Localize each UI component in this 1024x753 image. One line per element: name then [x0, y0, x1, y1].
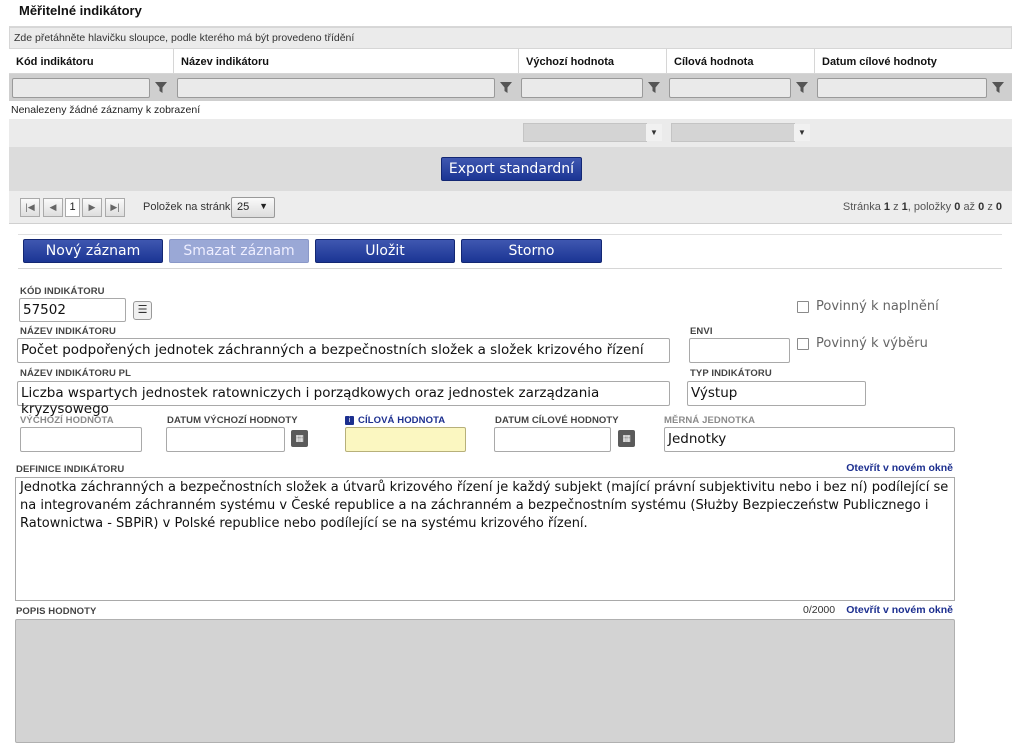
cancel-button[interactable]: Storno — [461, 239, 602, 263]
envi-field[interactable] — [689, 338, 790, 363]
kod-field[interactable]: 57502 — [19, 298, 126, 322]
list-icon[interactable]: ☰ — [133, 301, 152, 320]
current-page[interactable]: 1 — [65, 198, 80, 217]
povinny-vyberu-label: Povinný k výběru — [816, 336, 928, 351]
calendar-icon[interactable]: ▦ — [618, 430, 635, 447]
column-header-cilova[interactable]: Cílová hodnota — [667, 49, 815, 74]
merna-label: Měrná jednotka — [664, 415, 756, 426]
nazev-pl-label: Název indikátoru PL — [20, 368, 131, 379]
datum-vychozi-label: Datum výchozí hodnoty — [167, 415, 298, 426]
definice-open-link[interactable]: Otevřít v novém okně — [846, 462, 953, 474]
popis-label: Popis hodnoty — [16, 606, 97, 617]
empty-message: Nenalezeny žádné záznamy k zobrazení — [11, 104, 201, 116]
first-page-icon[interactable]: |◀ — [20, 198, 40, 217]
next-page-icon[interactable]: ▶ — [82, 198, 102, 217]
section-title: Měřitelné indikátory — [19, 3, 142, 18]
cilova-label: Cílová hodnota — [358, 415, 446, 426]
datum-vychozi-field[interactable] — [166, 427, 285, 452]
popis-open-link[interactable]: Otevřít v novém okně — [846, 604, 953, 616]
filter-icon[interactable] — [647, 80, 661, 94]
per-page-select[interactable]: 25 ▼ — [231, 197, 275, 218]
column-header-vychozi[interactable]: Výchozí hodnota — [519, 49, 667, 74]
datum-cilove-field[interactable] — [494, 427, 611, 452]
povinny-vyberu-checkbox[interactable] — [797, 338, 809, 350]
info-icon: i — [345, 416, 354, 425]
chevron-down-icon: ▼ — [259, 201, 268, 211]
filter-icon[interactable] — [795, 80, 809, 94]
column-header-datum-cilove[interactable]: Datum cílové hodnoty — [815, 49, 1012, 74]
export-button[interactable]: Export standardní — [441, 157, 582, 181]
merna-field[interactable]: Jednotky — [664, 427, 955, 452]
column-header-nazev[interactable]: Název indikátoru — [174, 49, 519, 74]
group-by-drop-zone[interactable]: Zde přetáhněte hlavičku sloupce, podle k… — [9, 27, 1012, 49]
filter-icon[interactable] — [499, 80, 513, 94]
nazev-pl-field[interactable]: Liczba wspartych jednostek ratowniczych … — [17, 381, 670, 417]
nazev-field[interactable]: Počet podpořených jednotek záchranných a… — [17, 338, 670, 363]
povinny-naplneni-label: Povinný k naplnění — [816, 299, 939, 314]
per-page-label: Položek na stránku — [143, 201, 237, 213]
filter-input-cilova[interactable] — [669, 78, 791, 98]
filter-input-nazev[interactable] — [177, 78, 495, 98]
divider — [18, 268, 1002, 269]
chevron-down-icon[interactable]: ▼ — [646, 124, 662, 141]
filter-icon[interactable] — [991, 80, 1005, 94]
vychozi-label: Výchozí hodnota — [20, 415, 114, 426]
filter-input-vychozi[interactable] — [521, 78, 643, 98]
definice-label: Definice indikátoru — [16, 464, 125, 475]
summary-select-cilova[interactable] — [671, 123, 795, 142]
filter-input-kod[interactable] — [12, 78, 150, 98]
typ-field[interactable]: Výstup — [687, 381, 866, 406]
prev-page-icon[interactable]: ◀ — [43, 198, 63, 217]
kod-label: Kód indikátoru — [20, 286, 105, 297]
nazev-label: Název indikátoru — [20, 326, 116, 337]
popis-textarea[interactable] — [15, 619, 955, 743]
save-button[interactable]: Uložit — [315, 239, 455, 263]
envi-label: Envi — [690, 326, 713, 337]
filter-input-datum[interactable] — [817, 78, 987, 98]
last-page-icon[interactable]: ▶| — [105, 198, 125, 217]
column-header-kod[interactable]: Kód indikátoru — [9, 49, 174, 74]
summary-select-vychozi[interactable] — [523, 123, 647, 142]
summary-row — [9, 119, 1012, 147]
popis-counter: 0/2000 — [803, 604, 836, 616]
page-info: Stránka 1 z 1, položky 0 až 0 z 0 — [842, 201, 1002, 213]
chevron-down-icon[interactable]: ▼ — [794, 124, 810, 141]
cilova-field[interactable] — [345, 427, 466, 452]
datum-cilove-label: Datum cílové hodnoty — [495, 415, 619, 426]
delete-record-button[interactable]: Smazat záznam — [169, 239, 309, 263]
per-page-value: 25 — [237, 201, 250, 213]
povinny-naplneni-checkbox[interactable] — [797, 301, 809, 313]
typ-label: Typ indikátoru — [690, 368, 772, 379]
calendar-icon[interactable]: ▦ — [291, 430, 308, 447]
divider — [18, 234, 1002, 235]
filter-icon[interactable] — [154, 80, 168, 94]
vychozi-field[interactable] — [20, 427, 142, 452]
definice-textarea[interactable]: Jednotka záchranných a bezpečnostních sl… — [15, 477, 955, 601]
new-record-button[interactable]: Nový záznam — [23, 239, 163, 263]
